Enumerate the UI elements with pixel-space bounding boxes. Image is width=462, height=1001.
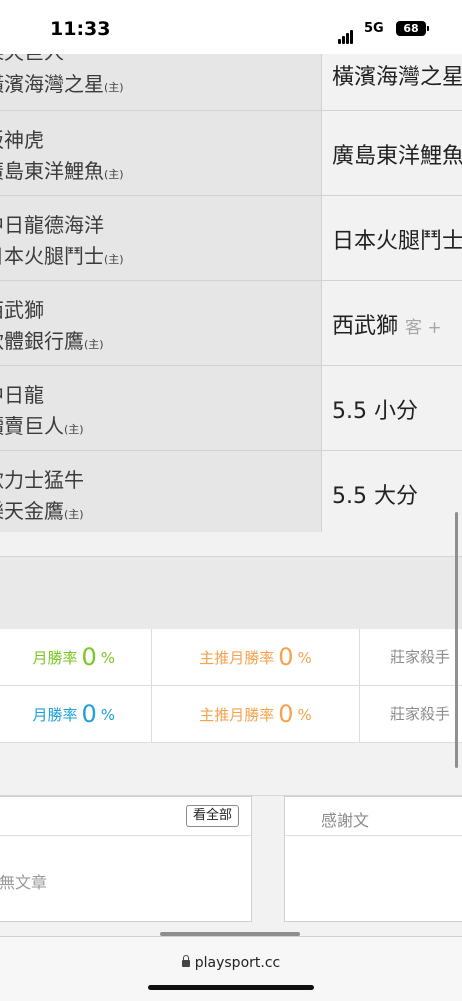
- host-mark: (主): [104, 168, 124, 181]
- game-row[interactable]: 樂天巨人 橫濱海灣之星(主) 橫濱海灣之星: [0, 54, 462, 111]
- away-team: 中日龍德海洋: [0, 213, 104, 237]
- pick-label: 西武獅 客 +: [332, 314, 442, 339]
- browser-address-bar[interactable]: playsport.cc: [0, 932, 462, 1001]
- empty-articles-text: 無文章: [0, 873, 48, 892]
- pick-cell: 日本火腿鬥士: [322, 196, 462, 280]
- see-all-button[interactable]: 看全部: [185, 805, 239, 827]
- main-pick-rate-value: 0: [278, 700, 294, 728]
- matchup-cell: 樂天巨人 橫濱海灣之星(主): [0, 54, 322, 110]
- main-pick-monthly-win-rate: 主推月勝率 0%: [152, 629, 360, 685]
- rates-grid: 月勝率 0% 主推月勝率 0% 莊家殺手 月勝率 0% 主推月勝率 0% 莊家殺手: [0, 629, 462, 743]
- away-team: 中日龍: [0, 383, 44, 407]
- scrollbar[interactable]: [455, 512, 458, 768]
- bookie-killer: 莊家殺手: [390, 705, 451, 723]
- pick-cell: 橫濱海灣之星: [322, 54, 462, 110]
- spacer: [0, 532, 462, 556]
- main-pick-monthly-win-rate: 主推月勝率 0%: [152, 686, 360, 742]
- thanks-header: 感謝文: [285, 797, 462, 836]
- matchup-cell: 中日龍德海洋 日本火腿鬥士(主): [0, 196, 322, 280]
- home-indicator[interactable]: [148, 985, 314, 990]
- host-mark: (主): [104, 253, 124, 266]
- home-team: 橫濱海灣之星(主): [0, 72, 124, 96]
- battery-tip: [427, 26, 429, 31]
- monthly-win-rate: 月勝率 0%: [0, 686, 152, 742]
- pick-label: 橫濱海灣之星: [332, 65, 462, 90]
- lock-icon: [181, 955, 190, 967]
- pick-cell: 5.5 小分: [322, 366, 462, 450]
- pick-label: 日本火腿鬥士: [332, 229, 462, 254]
- home-team: 讀賣巨人(主): [0, 414, 84, 438]
- main-pick-rate-value: 0: [278, 643, 294, 671]
- matchup-cell: 歐力士猛牛 樂天金鷹(主): [0, 451, 322, 535]
- drag-handle[interactable]: [160, 932, 300, 936]
- thanks-panel: 感謝文: [284, 796, 462, 922]
- host-mark: (主): [84, 338, 104, 351]
- pick-cell: 廣島東洋鯉魚: [322, 111, 462, 195]
- articles-header: 看全部: [0, 797, 251, 836]
- url-display[interactable]: playsport.cc: [0, 955, 462, 971]
- rate-row: 月勝率 0% 主推月勝率 0% 莊家殺手: [0, 686, 462, 743]
- pick-label: 5.5 大分: [332, 484, 418, 509]
- host-mark: (主): [64, 508, 84, 521]
- matchup-cell: 西武獅 軟體銀行鷹(主): [0, 281, 322, 365]
- monthly-win-rate-value: 0: [81, 700, 97, 728]
- game-row[interactable]: 阪神虎 廣島東洋鯉魚(主) 廣島東洋鯉魚: [0, 111, 462, 196]
- thanks-title[interactable]: 感謝文: [321, 807, 369, 831]
- rate-row: 月勝率 0% 主推月勝率 0% 莊家殺手: [0, 629, 462, 686]
- home-team: 樂天金鷹(主): [0, 499, 84, 523]
- status-bar: 11:33 5G 68: [0, 0, 462, 54]
- home-team: 軟體銀行鷹(主): [0, 329, 104, 353]
- pick-label: 5.5 小分: [332, 399, 418, 424]
- monthly-win-rate-value: 0: [81, 643, 97, 671]
- spacer: [0, 743, 462, 796]
- matchup-cell: 中日龍 讀賣巨人(主): [0, 366, 322, 450]
- battery-icon: 68: [396, 21, 426, 36]
- pick-extra: 客 +: [405, 318, 442, 338]
- network-type: 5G: [364, 21, 384, 36]
- section-header: [0, 556, 462, 630]
- away-team: 西武獅: [0, 298, 44, 322]
- away-team: 樂天巨人: [0, 54, 64, 65]
- game-row[interactable]: 中日龍 讀賣巨人(主) 5.5 小分: [0, 366, 462, 451]
- signal-icon: [338, 25, 354, 44]
- games-table: 樂天巨人 橫濱海灣之星(主) 橫濱海灣之星 阪神虎 廣島東洋鯉魚(主) 廣島東洋…: [0, 54, 462, 536]
- host-mark: (主): [64, 423, 84, 436]
- articles-panel: 看全部 無文章: [0, 796, 252, 922]
- away-team: 阪神虎: [0, 128, 44, 152]
- monthly-win-rate: 月勝率 0%: [0, 629, 152, 685]
- home-team: 廣島東洋鯉魚(主): [0, 159, 124, 183]
- bottom-panels: 看全部 無文章 感謝文: [0, 796, 462, 936]
- clock: 11:33: [50, 18, 111, 40]
- host-mark: (主): [104, 81, 124, 94]
- away-team: 歐力士猛牛: [0, 468, 84, 492]
- pick-cell: 5.5 大分: [322, 451, 462, 535]
- game-row[interactable]: 中日龍德海洋 日本火腿鬥士(主) 日本火腿鬥士: [0, 196, 462, 281]
- pick-label: 廣島東洋鯉魚: [332, 144, 462, 169]
- bookie-killer: 莊家殺手: [390, 648, 451, 666]
- game-row[interactable]: 歐力士猛牛 樂天金鷹(主) 5.5 大分: [0, 451, 462, 536]
- pick-cell: 西武獅 客 +: [322, 281, 462, 365]
- home-team: 日本火腿鬥士(主): [0, 244, 124, 268]
- game-row[interactable]: 西武獅 軟體銀行鷹(主) 西武獅 客 +: [0, 281, 462, 366]
- matchup-cell: 阪神虎 廣島東洋鯉魚(主): [0, 111, 322, 195]
